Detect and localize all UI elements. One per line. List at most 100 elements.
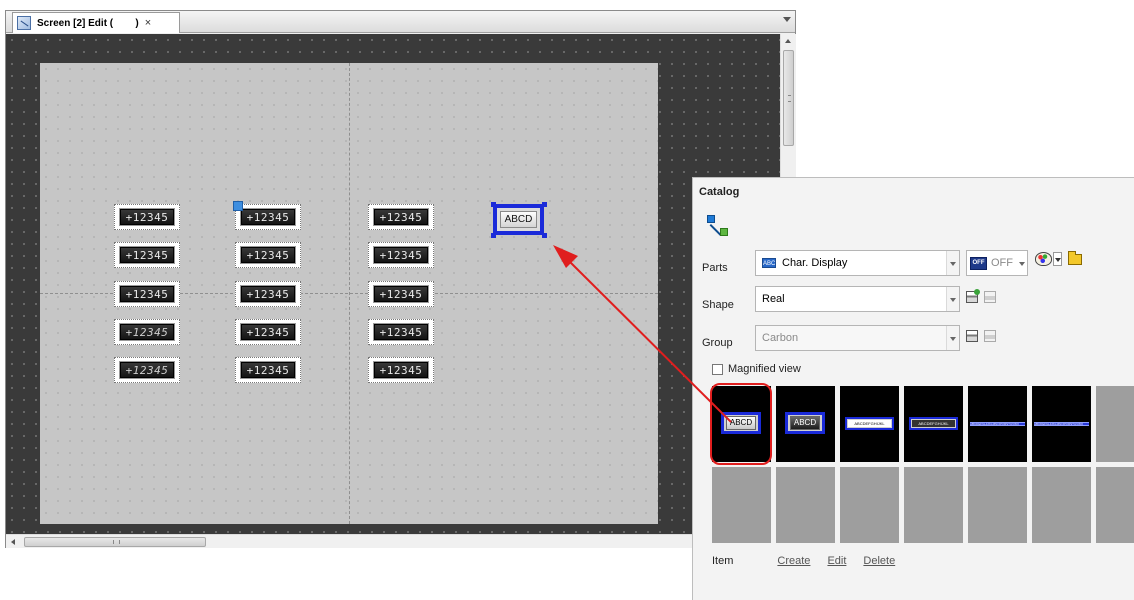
catalog-title: Catalog [699,186,740,198]
number-display[interactable]: +12345 [235,281,301,307]
chevron-down-icon[interactable] [1018,251,1027,275]
number-display[interactable]: +12345 [114,281,180,307]
save-shape-icon[interactable] [966,289,980,303]
tile-preview: ABCDEFGHIJKL [909,417,958,430]
catalog-empty-tile [1096,386,1134,462]
screen-edit-icon [17,16,31,30]
tab-list-dropdown-icon[interactable] [783,17,791,22]
shape-select[interactable]: Real [755,286,960,312]
chevron-down-icon[interactable] [946,251,959,275]
char-display-icon: ABC [762,258,776,268]
color-palette-button[interactable] [1035,250,1063,268]
number-display[interactable]: +12345 [235,204,301,230]
tile-preview: ABCDEFGHIJKL [845,417,894,430]
tile-preview: ABCDEFGHIJKLMNOPQRSTUVWX [970,422,1025,426]
number-display[interactable]: +12345 [235,242,301,268]
catalog-item-tile[interactable]: ABCDEFGHIJKLMNOPQRSTUVWX [968,386,1027,462]
parts-label: Parts [702,262,728,274]
resize-handle[interactable] [542,233,547,238]
catalog-empty-tile [1096,467,1134,543]
print-group-icon[interactable] [984,330,996,342]
open-folder-icon[interactable] [1068,251,1082,265]
edit-link[interactable]: Edit [827,555,846,567]
scroll-left-arrow-icon[interactable] [11,539,15,545]
chevron-down-icon[interactable] [946,326,959,350]
parts-tool-icon[interactable] [707,215,729,237]
number-display[interactable]: +12345 [114,242,180,268]
catalog-item-tile[interactable]: ABCDEFGHIJKLMNOPQRSTUVWX [1032,386,1091,462]
group-select[interactable]: Carbon [755,325,960,351]
scroll-up-arrow-icon[interactable] [785,39,791,43]
tab-close-icon[interactable]: × [145,17,151,29]
screen-page[interactable]: +12345 +12345 +12345 +12345 +12345 +1234… [40,63,658,524]
resize-handle[interactable] [491,233,496,238]
number-display[interactable]: +12345 [235,357,301,383]
off-state-icon: OFF [970,256,987,270]
editor-canvas[interactable]: +12345 +12345 +12345 +12345 +12345 +1234… [6,34,780,534]
number-display-value: +12345 [373,246,429,264]
scroll-grip-icon [788,95,791,102]
tile-preview-text: ABCDEFGHIJKLMNOPQRSTUVWX [1034,422,1084,426]
save-group-icon[interactable] [966,330,978,342]
tile-preview-text: ABCDEFGHIJKLMNOPQRSTUVWX [970,422,1020,426]
resize-handle[interactable] [491,202,496,207]
number-display-value: +12345 [240,208,296,226]
create-link[interactable]: Create [777,555,810,567]
item-label: Item [712,555,734,567]
number-display[interactable]: +12345 [114,204,180,230]
number-display[interactable]: +12345 [368,281,434,307]
catalog-item-tile[interactable]: ABCDEFGHIJKL [840,386,899,462]
number-display-value: +12345 [119,208,175,226]
palette-icon [1035,252,1052,266]
parts-select-value: Char. Display [782,257,848,269]
checkbox-icon[interactable] [712,363,723,375]
number-display[interactable]: +12345 [114,319,180,345]
number-display-value: +12345 [119,361,175,379]
tile-preview-text: ABCDEFGHIJKL [912,420,955,427]
number-display[interactable]: +12345 [368,357,434,383]
multi-select-icon[interactable] [233,201,243,211]
tab-screen-edit[interactable]: Screen [2] Edit ( ) × [12,12,180,33]
horizontal-scroll-thumb[interactable] [24,537,206,547]
screen-editor-window: Screen [2] Edit ( ) × +12345 +12345 +123… [5,10,796,548]
number-display-value: +12345 [373,208,429,226]
magnified-view-checkbox[interactable]: Magnified view [712,363,801,375]
horizontal-scrollbar[interactable] [6,534,780,548]
tile-preview-text: ABCDEFGHIJKL [848,420,891,427]
tile-preview: ABCD [785,412,825,434]
number-display[interactable]: +12345 [368,204,434,230]
chevron-down-icon[interactable] [946,287,959,311]
off-state-select[interactable]: OFF OFF [966,250,1028,276]
scroll-grip-icon [113,540,120,544]
vertical-scroll-thumb[interactable] [783,50,794,146]
number-display[interactable]: +12345 [114,357,180,383]
number-display-value: +12345 [373,285,429,303]
chevron-down-icon[interactable] [1053,252,1062,266]
group-select-value: Carbon [762,332,799,344]
catalog-empty-tile [776,467,835,543]
number-display[interactable]: +12345 [368,242,434,268]
catalog-item-tile[interactable]: ABCDEFGHIJKL [904,386,963,462]
off-state-value: OFF [991,257,1013,269]
parts-select[interactable]: ABC Char. Display [755,250,960,276]
number-display-value: +12345 [240,246,296,264]
catalog-empty-tile [904,467,963,543]
magnified-view-label: Magnified view [728,363,801,375]
selected-tile-highlight [710,383,772,465]
tile-preview: ABCDEFGHIJKLMNOPQRSTUVWX [1034,422,1089,426]
char-display-part-selected[interactable]: ABCD [493,204,544,235]
group-label: Group [702,337,733,349]
print-shape-icon[interactable] [984,291,996,303]
number-display-value: +12345 [240,323,296,341]
number-display[interactable]: +12345 [235,319,301,345]
number-display-value: +12345 [119,323,175,341]
resize-handle[interactable] [542,202,547,207]
char-display-value: ABCD [500,211,537,228]
delete-link[interactable]: Delete [863,555,895,567]
number-display-value: +12345 [240,361,296,379]
catalog-item-tile[interactable]: ABCD [776,386,835,462]
tile-preview-text: ABCD [790,416,820,430]
catalog-panel: Catalog Parts ABC Char. Display OFF OFF … [692,177,1134,600]
number-display[interactable]: +12345 [368,319,434,345]
number-display-value: +12345 [373,323,429,341]
